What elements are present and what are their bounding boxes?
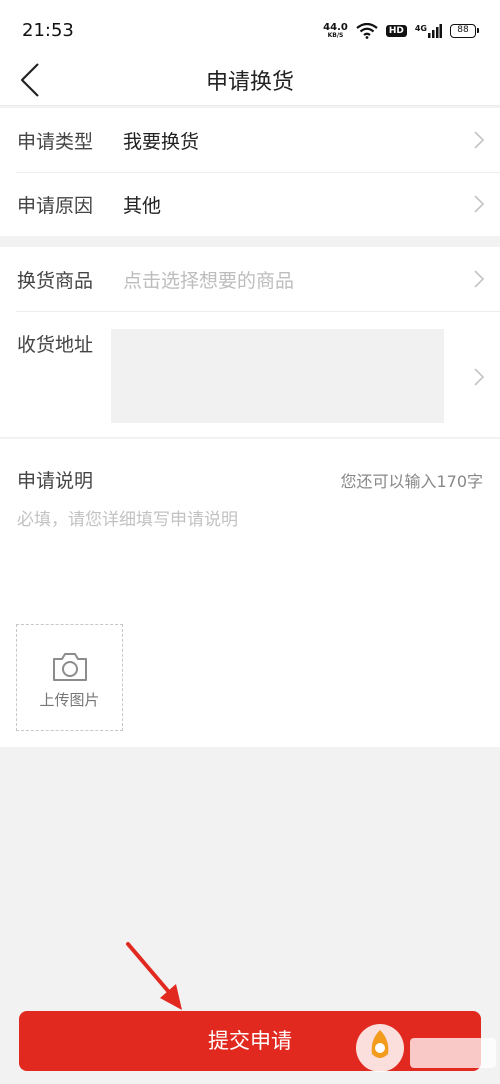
- navigation-bar: 申请换货: [0, 60, 500, 106]
- network-speed: 44.0 KB/S: [323, 22, 348, 40]
- signal-bars-icon: [428, 24, 442, 38]
- description-section: 申请说明 您还可以输入170字 上传图片: [0, 439, 500, 747]
- request-reason-value: 其他: [123, 195, 162, 217]
- exchange-product-label: 换货商品: [17, 270, 94, 292]
- shipping-address-label: 收货地址: [17, 334, 94, 356]
- page-title: 申请换货: [205, 70, 294, 95]
- shipping-address-row[interactable]: 收货地址: [0, 311, 500, 437]
- exchange-details-section: 换货商品 点击选择想要的商品 收货地址: [0, 247, 500, 437]
- upload-image-button[interactable]: 上传图片: [16, 624, 123, 731]
- request-reason-label: 申请原因: [17, 195, 94, 217]
- character-counter: 您还可以输入170字: [340, 472, 483, 491]
- request-type-label: 申请类型: [17, 131, 94, 153]
- hd-badge: HD: [385, 25, 407, 37]
- request-info-section: 申请类型 我要换货 申请原因 其他: [0, 108, 500, 236]
- exchange-product-row[interactable]: 换货商品 点击选择想要的商品: [0, 247, 500, 311]
- chevron-right-icon: [474, 270, 485, 288]
- cellular-signal: 4G: [415, 24, 442, 38]
- chevron-right-icon: [474, 368, 485, 386]
- request-type-value: 我要换货: [123, 131, 200, 153]
- chevron-right-icon: [474, 131, 485, 149]
- shipping-address-content: [111, 329, 444, 423]
- network-speed-value: 44.0: [323, 22, 348, 33]
- signal-type: 4G: [414, 24, 427, 33]
- red-arrow-annotation: [126, 942, 182, 1010]
- status-bar: 21:53 44.0 KB/S HD 4G 88: [0, 0, 500, 60]
- watermark-logo: [356, 1024, 496, 1072]
- chevron-right-icon: [474, 195, 485, 213]
- request-reason-row[interactable]: 申请原因 其他: [0, 172, 500, 236]
- description-input[interactable]: [17, 505, 483, 625]
- description-label: 申请说明: [17, 470, 94, 492]
- battery-icon: 88: [450, 24, 479, 38]
- status-icons: 44.0 KB/S HD 4G 88: [323, 20, 479, 42]
- upload-image-label: 上传图片: [39, 691, 100, 709]
- wifi-icon: [356, 23, 378, 39]
- exchange-product-placeholder: 点击选择想要的商品: [123, 270, 295, 292]
- request-type-row[interactable]: 申请类型 我要换货: [0, 108, 500, 172]
- network-speed-unit: KB/S: [327, 32, 344, 39]
- camera-icon: [53, 653, 87, 681]
- status-time: 21:53: [22, 20, 74, 41]
